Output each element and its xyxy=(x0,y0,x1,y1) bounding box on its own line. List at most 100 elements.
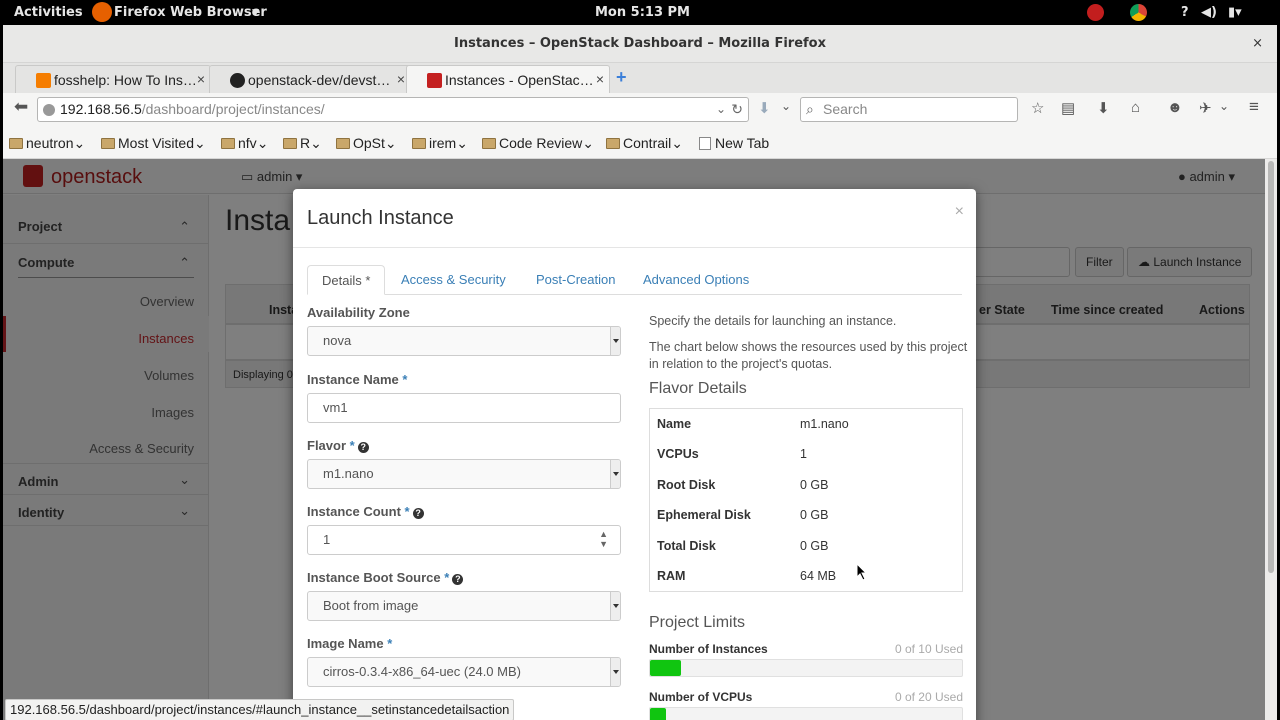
tab-post-creation[interactable]: Post-Creation xyxy=(522,265,629,295)
quota-description: The chart below shows the resources used… xyxy=(649,340,968,371)
bookmark-nfv[interactable]: nfv⌄ xyxy=(221,135,268,152)
tab-fosshelp[interactable]: fosshelp: How To Ins… × xyxy=(15,65,211,93)
instance-count-stepper[interactable]: 1 ▲ ▼ xyxy=(307,525,621,555)
select-value: Boot from image xyxy=(323,598,419,613)
row-key: Total Disk xyxy=(657,539,716,553)
volume-icon[interactable]: ◀) xyxy=(1201,5,1217,20)
menu-icon[interactable]: ≡ xyxy=(1249,97,1259,117)
image-name-label: Image Name * xyxy=(307,636,392,651)
help-icon[interactable]: ? xyxy=(357,442,369,453)
reload-icon[interactable]: ↻ xyxy=(731,98,743,121)
download-arrow-icon[interactable]: ⬇ xyxy=(758,99,771,117)
progress-fill xyxy=(650,660,682,676)
app-menu[interactable]: Firefox Web Browser xyxy=(114,5,267,20)
scrollbar-thumb[interactable] xyxy=(1268,161,1274,573)
image-name-select[interactable]: cirros-0.3.4-x86_64-uec (24.0 MB) xyxy=(307,657,621,687)
row-value: 0 GB xyxy=(800,539,829,553)
tab-label: Instances - OpenStac… xyxy=(445,72,594,88)
window-close-icon[interactable]: × xyxy=(1252,25,1263,63)
tab-access-security[interactable]: Access & Security xyxy=(387,265,520,295)
battery-icon[interactable]: ▮▾ xyxy=(1228,5,1242,20)
activities-button[interactable]: Activities xyxy=(14,5,83,20)
folder-icon xyxy=(482,138,496,149)
required-marker: * xyxy=(349,438,355,453)
window-titlebar: Instances – OpenStack Dashboard – Mozill… xyxy=(3,25,1277,63)
help-icon[interactable]: ? xyxy=(1181,5,1189,20)
progress-fill xyxy=(650,708,666,720)
home-icon[interactable]: ⌂ xyxy=(1131,99,1140,116)
firefox-icon xyxy=(92,2,112,22)
flavor-select[interactable]: m1.nano xyxy=(307,459,621,489)
search-input[interactable]: ⌕ Search xyxy=(800,97,1018,122)
select-value: m1.nano xyxy=(323,466,374,481)
folder-icon xyxy=(336,138,350,149)
bookmark-r[interactable]: R⌄ xyxy=(283,135,322,152)
navigation-toolbar: ⬅ 192.168.56.5/dashboard/project/instanc… xyxy=(3,93,1277,127)
chevron-down-icon xyxy=(610,658,620,686)
label-text: Instance Name xyxy=(307,372,399,387)
record-icon[interactable] xyxy=(1087,4,1104,21)
launch-instance-modal: Launch Instance × Details * Access & Sec… xyxy=(293,189,976,720)
tab-advanced-options[interactable]: Advanced Options xyxy=(629,265,763,295)
availability-zone-select[interactable]: nova xyxy=(307,326,621,356)
chrome-icon[interactable] xyxy=(1130,4,1147,21)
limit-progress-bar xyxy=(649,659,963,677)
help-icon[interactable]: ? xyxy=(412,508,424,519)
bookmarks-toolbar: neutron⌄ Most Visited⌄ nfv⌄ R⌄ OpSt⌄ ire… xyxy=(3,127,1277,159)
tab-close-icon[interactable]: × xyxy=(397,71,405,87)
row-value: 0 GB xyxy=(800,508,829,522)
row-value: m1.nano xyxy=(800,417,849,431)
bookmark-most-visited[interactable]: Most Visited⌄ xyxy=(101,135,206,152)
row-key: Name xyxy=(657,417,692,431)
row-key: VCPUs xyxy=(657,447,699,461)
openstack-icon xyxy=(427,73,442,88)
back-icon[interactable]: ⬅ xyxy=(14,97,28,117)
bookmark-star-icon[interactable]: ☆ xyxy=(1031,99,1044,117)
bookmark-opst[interactable]: OpSt⌄ xyxy=(336,135,397,152)
page-scrollbar[interactable] xyxy=(1265,159,1277,720)
tab-github[interactable]: openstack-dev/devst… × xyxy=(209,65,411,93)
boot-source-select[interactable]: Boot from image xyxy=(307,591,621,621)
input-value: 1 xyxy=(323,532,331,547)
bookmark-label: New Tab xyxy=(715,135,770,151)
instance-name-input[interactable]: vm1 xyxy=(307,393,621,423)
tab-close-icon[interactable]: × xyxy=(596,71,604,87)
bookmark-code-review[interactable]: Code Review⌄ xyxy=(482,135,594,152)
bookmark-irem[interactable]: irem⌄ xyxy=(412,135,468,152)
downloads-icon[interactable]: ⬇ xyxy=(1097,99,1110,117)
tab-instances[interactable]: Instances - OpenStac… × xyxy=(406,65,610,93)
history-dropdown-icon[interactable]: ⌄ xyxy=(716,98,726,121)
tab-strip: fosshelp: How To Ins… × openstack-dev/de… xyxy=(3,63,1277,93)
modal-tabs: Details * Access & Security Post-Creatio… xyxy=(307,265,962,295)
label-text: Instance Count xyxy=(307,504,401,519)
bookmark-contrail[interactable]: Contrail⌄ xyxy=(606,135,683,152)
chevron-down-icon[interactable]: ⌄ xyxy=(781,99,791,113)
bookmark-neutron[interactable]: neutron⌄ xyxy=(9,135,85,152)
bookmark-label: R xyxy=(300,135,311,151)
reading-list-icon[interactable]: ▤ xyxy=(1061,99,1075,117)
required-marker: * xyxy=(444,570,450,585)
folder-icon xyxy=(9,138,23,149)
table-row: Root Disk 0 GB xyxy=(650,470,962,500)
folder-icon xyxy=(606,138,620,149)
tab-details[interactable]: Details * xyxy=(307,265,386,295)
url-bar[interactable]: 192.168.56.5/dashboard/project/instances… xyxy=(37,97,749,122)
row-value: 0 GB xyxy=(800,478,829,492)
clock[interactable]: Mon 5:13 PM xyxy=(595,5,690,20)
row-key: Root Disk xyxy=(657,478,716,492)
tab-close-icon[interactable]: × xyxy=(197,71,205,87)
window-title: Instances – OpenStack Dashboard – Mozill… xyxy=(453,36,826,51)
chevron-down-icon[interactable]: ▼ xyxy=(252,8,259,18)
label-text: Image Name xyxy=(307,636,384,651)
modal-close-icon[interactable]: × xyxy=(955,203,964,221)
table-row: RAM 64 MB xyxy=(650,561,962,591)
chevron-down-icon[interactable]: ⌄ xyxy=(1219,99,1229,113)
extension-icon[interactable]: ✈ xyxy=(1199,99,1212,117)
row-key: RAM xyxy=(657,569,686,583)
flavor-details-heading: Flavor Details xyxy=(649,380,747,397)
stepper-arrows-icon[interactable]: ▲ ▼ xyxy=(599,529,608,549)
bookmark-new-tab[interactable]: New Tab xyxy=(699,135,769,151)
help-icon[interactable]: ? xyxy=(452,574,464,585)
new-tab-button[interactable]: + xyxy=(616,67,627,88)
chat-icon[interactable]: ☻ xyxy=(1167,99,1183,116)
